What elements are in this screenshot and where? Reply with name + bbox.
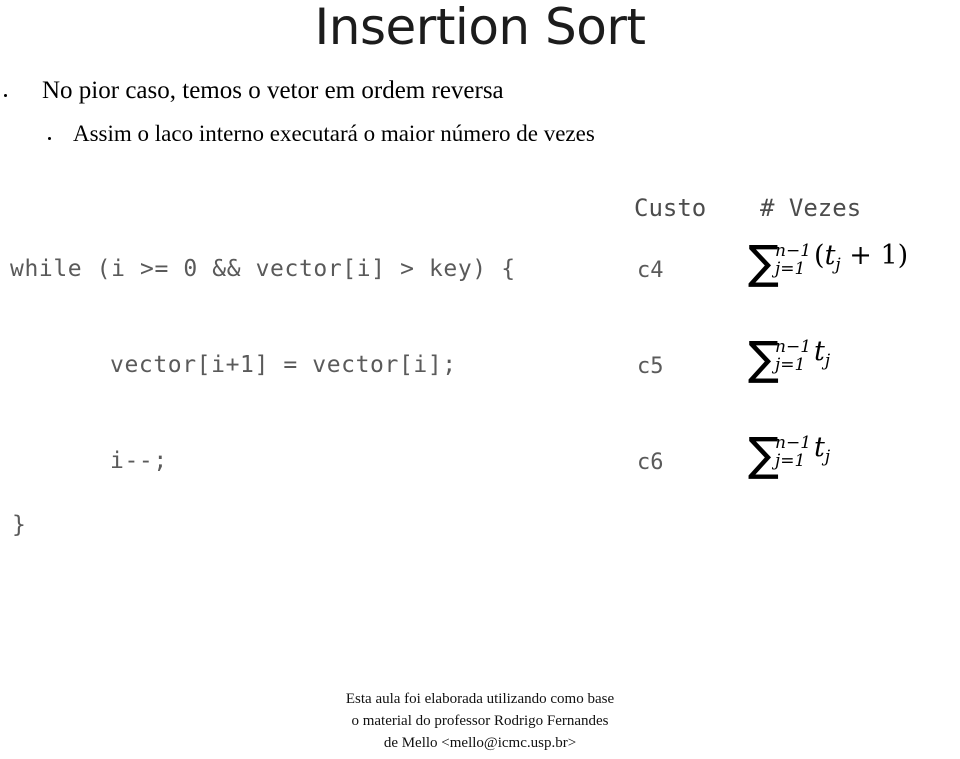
summation-lower-limit: j=1 xyxy=(775,259,806,279)
expression-variable: t xyxy=(814,336,825,367)
times-formula: ∑ n−1 j=1 tj xyxy=(748,431,830,477)
cost-value: c5 xyxy=(637,354,664,379)
expression-open-paren: ( xyxy=(814,240,825,271)
summation-limits: n−1 j=1 xyxy=(775,434,811,471)
expression-variable: t xyxy=(824,240,836,271)
summation-expression: (tj + 1) xyxy=(814,240,908,275)
code-line: vector[i+1] = vector[i]; xyxy=(110,352,457,378)
bullet-item-1-label: No pior caso, temos o vetor em ordem rev… xyxy=(42,77,504,104)
summation-limits: n−1 j=1 xyxy=(775,338,811,375)
table-header-row: Custo # Vezes xyxy=(0,186,960,232)
page-title: Insertion Sort xyxy=(314,0,646,56)
table-row: vector[i+1] = vector[i]; c5 ∑ n−1 j=1 tj xyxy=(0,328,960,424)
table-row: while (i >= 0 && vector[i] > key) { c4 ∑… xyxy=(0,232,960,328)
footer-line-2: o material do professor Rodrigo Fernande… xyxy=(351,713,609,729)
expression-tail: + 1) xyxy=(840,240,909,271)
footer-line-1: Esta aula foi elaborada utilizando como … xyxy=(345,691,615,707)
summation-expression: tj xyxy=(814,432,830,467)
bullet-list: No pior caso, temos o vetor em ordem rev… xyxy=(0,74,960,149)
code-line: i--; xyxy=(110,448,168,474)
column-header-times: # Vezes xyxy=(760,194,862,222)
summation-limits: n−1 j=1 xyxy=(775,242,811,279)
bullet-item-1: No pior caso, temos o vetor em ordem rev… xyxy=(0,74,960,107)
summation-expression: tj xyxy=(814,336,830,371)
times-formula: ∑ n−1 j=1 (tj + 1) xyxy=(748,239,908,285)
footer-credits: Esta aula foi elaborada utilizando como … xyxy=(0,688,960,754)
code-closing-brace: } xyxy=(12,512,26,538)
cost-analysis-table: Custo # Vezes while (i >= 0 && vector[i]… xyxy=(0,186,960,520)
cost-value: c4 xyxy=(637,258,664,283)
expression-subscript: j xyxy=(824,447,831,467)
bullet-dot-icon xyxy=(48,137,51,140)
bullet-item-2: Assim o laco interno executará o maior n… xyxy=(0,118,960,149)
summation-lower-limit: j=1 xyxy=(775,355,806,375)
times-formula: ∑ n−1 j=1 tj xyxy=(748,335,830,381)
column-header-cost: Custo xyxy=(634,194,707,222)
footer-line-3: de Mello <mello@icmc.usp.br> xyxy=(383,735,577,751)
bullet-item-2-label: Assim o laco interno executará o maior n… xyxy=(73,121,595,146)
expression-subscript: j xyxy=(824,351,831,371)
expression-variable: t xyxy=(814,432,825,463)
cost-value: c6 xyxy=(637,450,664,475)
summation-lower-limit: j=1 xyxy=(775,451,806,471)
table-row: i--; c6 ∑ n−1 j=1 tj xyxy=(0,424,960,520)
bullet-dot-icon xyxy=(4,94,7,97)
code-line: while (i >= 0 && vector[i] > key) { xyxy=(10,256,516,282)
